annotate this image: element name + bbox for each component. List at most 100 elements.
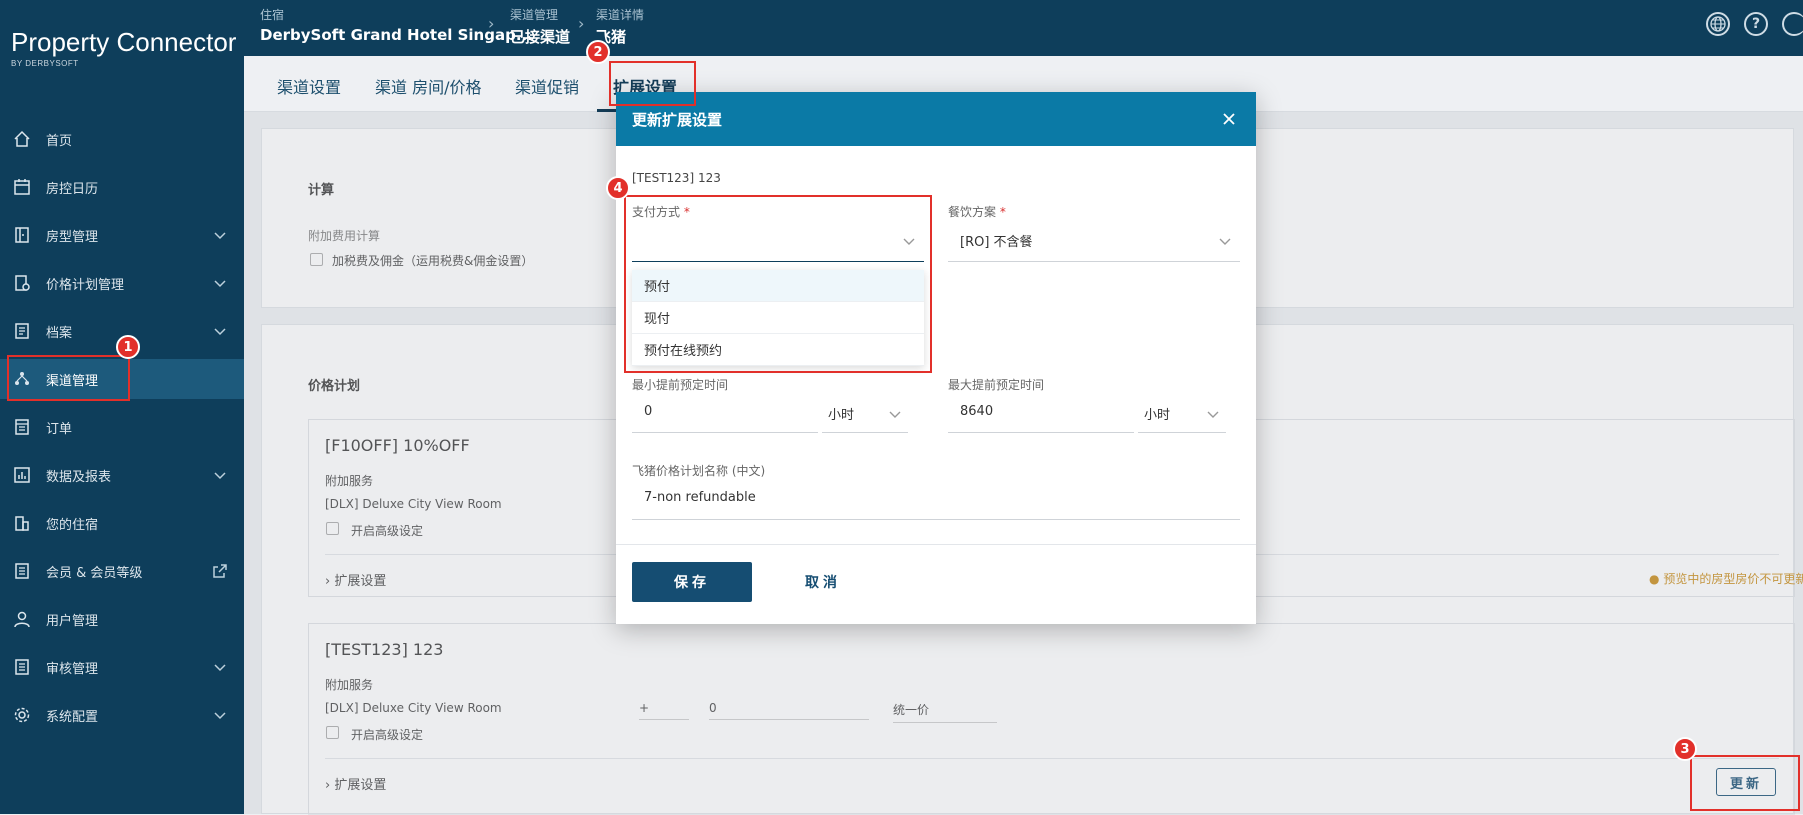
min-advance-unit-select[interactable]: 小时 <box>822 397 908 427</box>
building-icon <box>12 513 32 533</box>
chevron-down-icon <box>210 321 230 341</box>
max-advance-label: 最大提前预定时间 <box>948 378 1045 392</box>
min-advance-input[interactable]: 0 <box>632 397 818 427</box>
sidebar: Property Connector BY DERBYSOFT 首页 房控日历 … <box>0 0 244 814</box>
chevron-down-icon <box>1206 407 1220 421</box>
top-bar: 住宿 DerbySoft Grand Hotel Singap... › 渠道管… <box>244 0 1803 56</box>
breadcrumb-separator-icon: › <box>488 14 495 33</box>
sidebar-item-label: 审核管理 <box>46 661 99 677</box>
plan-name-input[interactable]: 7-non refundable <box>632 483 1240 513</box>
annotation-badge-2: 2 <box>586 40 610 64</box>
plan-name-underline <box>632 519 1240 520</box>
plan-name-label: 飞猪价格计划名称 (中文) <box>632 464 766 478</box>
chevron-down-icon <box>210 657 230 677</box>
chevron-down-icon <box>210 225 230 245</box>
required-mark: * <box>999 205 1006 219</box>
user-icon <box>12 609 32 629</box>
external-link-icon <box>210 561 230 581</box>
min-advance-value: 0 <box>644 404 653 419</box>
door-icon <box>12 225 32 245</box>
calendar-icon <box>12 177 32 197</box>
order-icon <box>12 417 32 437</box>
sidebar-item-home[interactable]: 首页 <box>0 119 244 159</box>
annotation-box-2 <box>609 61 696 106</box>
chevron-down-icon <box>888 407 902 421</box>
home-icon <box>12 129 32 149</box>
chevron-down-icon <box>210 465 230 485</box>
meal-plan-underline <box>948 261 1240 262</box>
sidebar-item-label: 会员 & 会员等级 <box>46 565 143 581</box>
meal-plan-label: 餐饮方案 * <box>948 203 1006 220</box>
document-icon <box>12 321 32 341</box>
annotation-badge-1: 1 <box>116 335 140 359</box>
modal-title: 更新扩展设置 <box>632 111 723 129</box>
app-logo-subtitle: BY DERBYSOFT <box>11 59 79 68</box>
max-advance-unit-value: 小时 <box>1144 408 1171 423</box>
annotation-box-4 <box>624 195 932 373</box>
sidebar-item-label: 系统配置 <box>46 709 99 725</box>
tab-channel-settings[interactable]: 渠道设置 <box>277 74 341 98</box>
settings-icon <box>12 705 32 725</box>
sidebar-item-label: 订单 <box>46 421 73 437</box>
cancel-button[interactable]: 取消 <box>768 562 878 602</box>
breadcrumb-detail-label: 渠道详情 <box>596 8 645 22</box>
max-advance-unit-select[interactable]: 小时 <box>1138 397 1226 427</box>
sidebar-item-label: 数据及报表 <box>46 469 112 485</box>
chevron-down-icon <box>210 273 230 293</box>
close-icon[interactable] <box>1218 108 1240 130</box>
max-advance-value: 8640 <box>960 404 994 419</box>
max-advance-unit-underline <box>1138 432 1226 433</box>
sidebar-item-user-management[interactable]: 用户管理 <box>0 599 244 639</box>
breadcrumb-connected-channels[interactable]: 已接渠道 <box>510 26 570 47</box>
sidebar-item-label: 价格计划管理 <box>46 277 125 293</box>
app-logo-title: Property Connector <box>11 27 237 57</box>
modal-footer-divider <box>616 544 1256 545</box>
plan-name-value: 7-non refundable <box>644 490 756 505</box>
chevron-down-icon <box>1218 234 1232 248</box>
sidebar-item-reports[interactable]: 数据及报表 <box>0 455 244 495</box>
annotation-badge-4: 4 <box>606 176 630 200</box>
audit-icon <box>12 657 32 677</box>
save-button[interactable]: 保存 <box>632 562 752 602</box>
annotation-badge-3: 3 <box>1673 737 1697 761</box>
sidebar-item-your-properties[interactable]: 您的住宿 <box>0 503 244 543</box>
chart-icon <box>12 465 32 485</box>
sidebar-item-calendar[interactable]: 房控日历 <box>0 167 244 207</box>
sidebar-item-label: 用户管理 <box>46 613 99 629</box>
user-menu-icon[interactable] <box>1782 12 1803 36</box>
sidebar-item-orders[interactable]: 订单 <box>0 407 244 447</box>
meal-plan-label-text: 餐饮方案 <box>948 205 997 219</box>
globe-icon[interactable] <box>1706 12 1730 36</box>
breadcrumb-separator-icon: › <box>578 14 585 33</box>
annotation-box-3 <box>1690 755 1800 811</box>
modal-header: 更新扩展设置 <box>616 92 1256 146</box>
max-advance-underline <box>948 432 1134 433</box>
modal-plan-ref: [TEST123] 123 <box>632 171 721 185</box>
sidebar-item-label: 房型管理 <box>46 229 99 245</box>
chevron-down-icon <box>210 705 230 725</box>
sidebar-item-room-types[interactable]: 房型管理 <box>0 215 244 255</box>
price-plan-icon <box>12 273 32 293</box>
min-advance-label: 最小提前预定时间 <box>632 378 729 392</box>
tab-channel-rooms-rates[interactable]: 渠道 房间/价格 <box>375 74 481 98</box>
tab-channel-promotions[interactable]: 渠道促销 <box>515 74 579 98</box>
meal-plan-value: [RO] 不含餐 <box>960 235 1033 250</box>
breadcrumb-channel: 渠道管理 已接渠道 <box>510 6 570 47</box>
sidebar-item-system-config[interactable]: 系统配置 <box>0 695 244 735</box>
min-advance-underline <box>632 432 818 433</box>
sidebar-item-audit[interactable]: 审核管理 <box>0 647 244 687</box>
sidebar-item-label: 首页 <box>46 133 73 149</box>
member-icon <box>12 561 32 581</box>
sidebar-item-members[interactable]: 会员 & 会员等级 <box>0 551 244 591</box>
sidebar-item-label: 您的住宿 <box>46 517 99 533</box>
min-advance-unit-underline <box>822 432 908 433</box>
max-advance-input[interactable]: 8640 <box>948 397 1134 427</box>
meal-plan-select[interactable]: [RO] 不含餐 <box>948 224 1240 254</box>
sidebar-item-label: 档案 <box>46 325 73 341</box>
help-icon[interactable]: ? <box>1744 12 1768 36</box>
sidebar-item-price-plans[interactable]: 价格计划管理 <box>0 263 244 303</box>
annotation-box-1 <box>7 355 130 401</box>
breadcrumb-channel-label: 渠道管理 <box>510 8 559 22</box>
sidebar-item-label: 房控日历 <box>46 181 99 197</box>
min-advance-unit-value: 小时 <box>828 408 855 423</box>
